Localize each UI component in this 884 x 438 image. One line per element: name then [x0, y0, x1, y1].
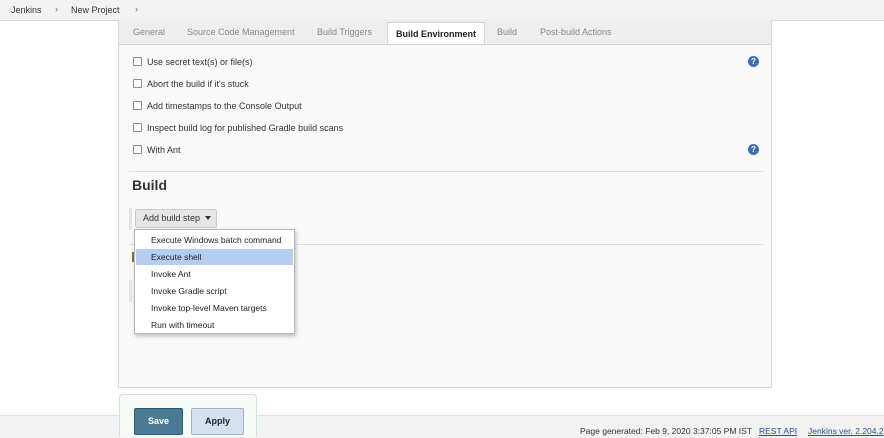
tab-build-environment[interactable]: Build Environment [387, 22, 486, 44]
breadcrumb-jenkins[interactable]: Jenkins [11, 5, 42, 15]
menu-item-execute-shell[interactable]: Execute shell [136, 249, 293, 265]
jenkins-version-link[interactable]: Jenkins ver. 2.204.2 [808, 426, 884, 436]
tab-build-triggers[interactable]: Build Triggers [317, 27, 372, 37]
add-build-step-button[interactable]: Add build step [135, 209, 217, 228]
page-generated-text: Page generated: Feb 9, 2020 3:37:05 PM I… [580, 426, 753, 436]
option-label: Abort the build if it's stuck [147, 79, 249, 89]
tab-general[interactable]: General [133, 27, 165, 37]
apply-button[interactable]: Apply [191, 408, 244, 435]
option-label: Add timestamps to the Console Output [147, 101, 302, 111]
tab-source-code-management[interactable]: Source Code Management [187, 27, 295, 37]
tab-post-build-actions[interactable]: Post-build Actions [540, 27, 612, 37]
option-label: With Ant [147, 145, 181, 155]
build-section-title: Build [132, 177, 167, 193]
add-build-step-label: Add build step [143, 213, 201, 223]
timestamps-checkbox[interactable] [133, 101, 142, 110]
menu-item-invoke-gradle[interactable]: Invoke Gradle script [136, 283, 293, 299]
chevron-down-icon [205, 216, 212, 220]
option-label: Use secret text(s) or file(s) [147, 57, 253, 67]
menu-item-execute-windows-batch[interactable]: Execute Windows batch command [136, 232, 293, 248]
breadcrumb-separator: › [55, 4, 58, 14]
breadcrumb: Jenkins › New Project › [0, 0, 884, 21]
option-with-ant: With Ant [133, 145, 181, 155]
option-inspect-gradle: Inspect build log for published Gradle b… [133, 123, 343, 133]
option-label: Inspect build log for published Gradle b… [147, 123, 344, 133]
rest-api-link[interactable]: REST API [759, 426, 797, 436]
section-divider [129, 171, 763, 172]
config-tabs: General Source Code Management Build Tri… [119, 20, 771, 45]
option-use-secret-text: Use secret text(s) or file(s) [133, 57, 253, 67]
build-step-dropdown: Execute Windows batch command Execute sh… [134, 229, 295, 334]
option-abort-if-stuck: Abort the build if it's stuck [133, 79, 249, 89]
menu-item-invoke-ant[interactable]: Invoke Ant [136, 266, 293, 282]
option-add-timestamps: Add timestamps to the Console Output [133, 101, 302, 111]
use-secret-checkbox[interactable] [133, 57, 142, 66]
help-icon[interactable]: ? [748, 56, 759, 67]
menu-item-invoke-maven[interactable]: Invoke top-level Maven targets [136, 300, 293, 316]
menu-item-run-with-timeout[interactable]: Run with timeout [136, 317, 293, 333]
with-ant-checkbox[interactable] [133, 145, 142, 154]
breadcrumb-new-project[interactable]: New Project [71, 5, 120, 15]
section-stripe [129, 280, 132, 302]
section-stripe [129, 208, 132, 230]
help-icon[interactable]: ? [748, 144, 759, 155]
abort-stuck-checkbox[interactable] [133, 79, 142, 88]
inspect-gradle-checkbox[interactable] [133, 123, 142, 132]
breadcrumb-separator: › [135, 4, 138, 14]
tab-build[interactable]: Build [497, 27, 517, 37]
save-button[interactable]: Save [134, 408, 183, 435]
